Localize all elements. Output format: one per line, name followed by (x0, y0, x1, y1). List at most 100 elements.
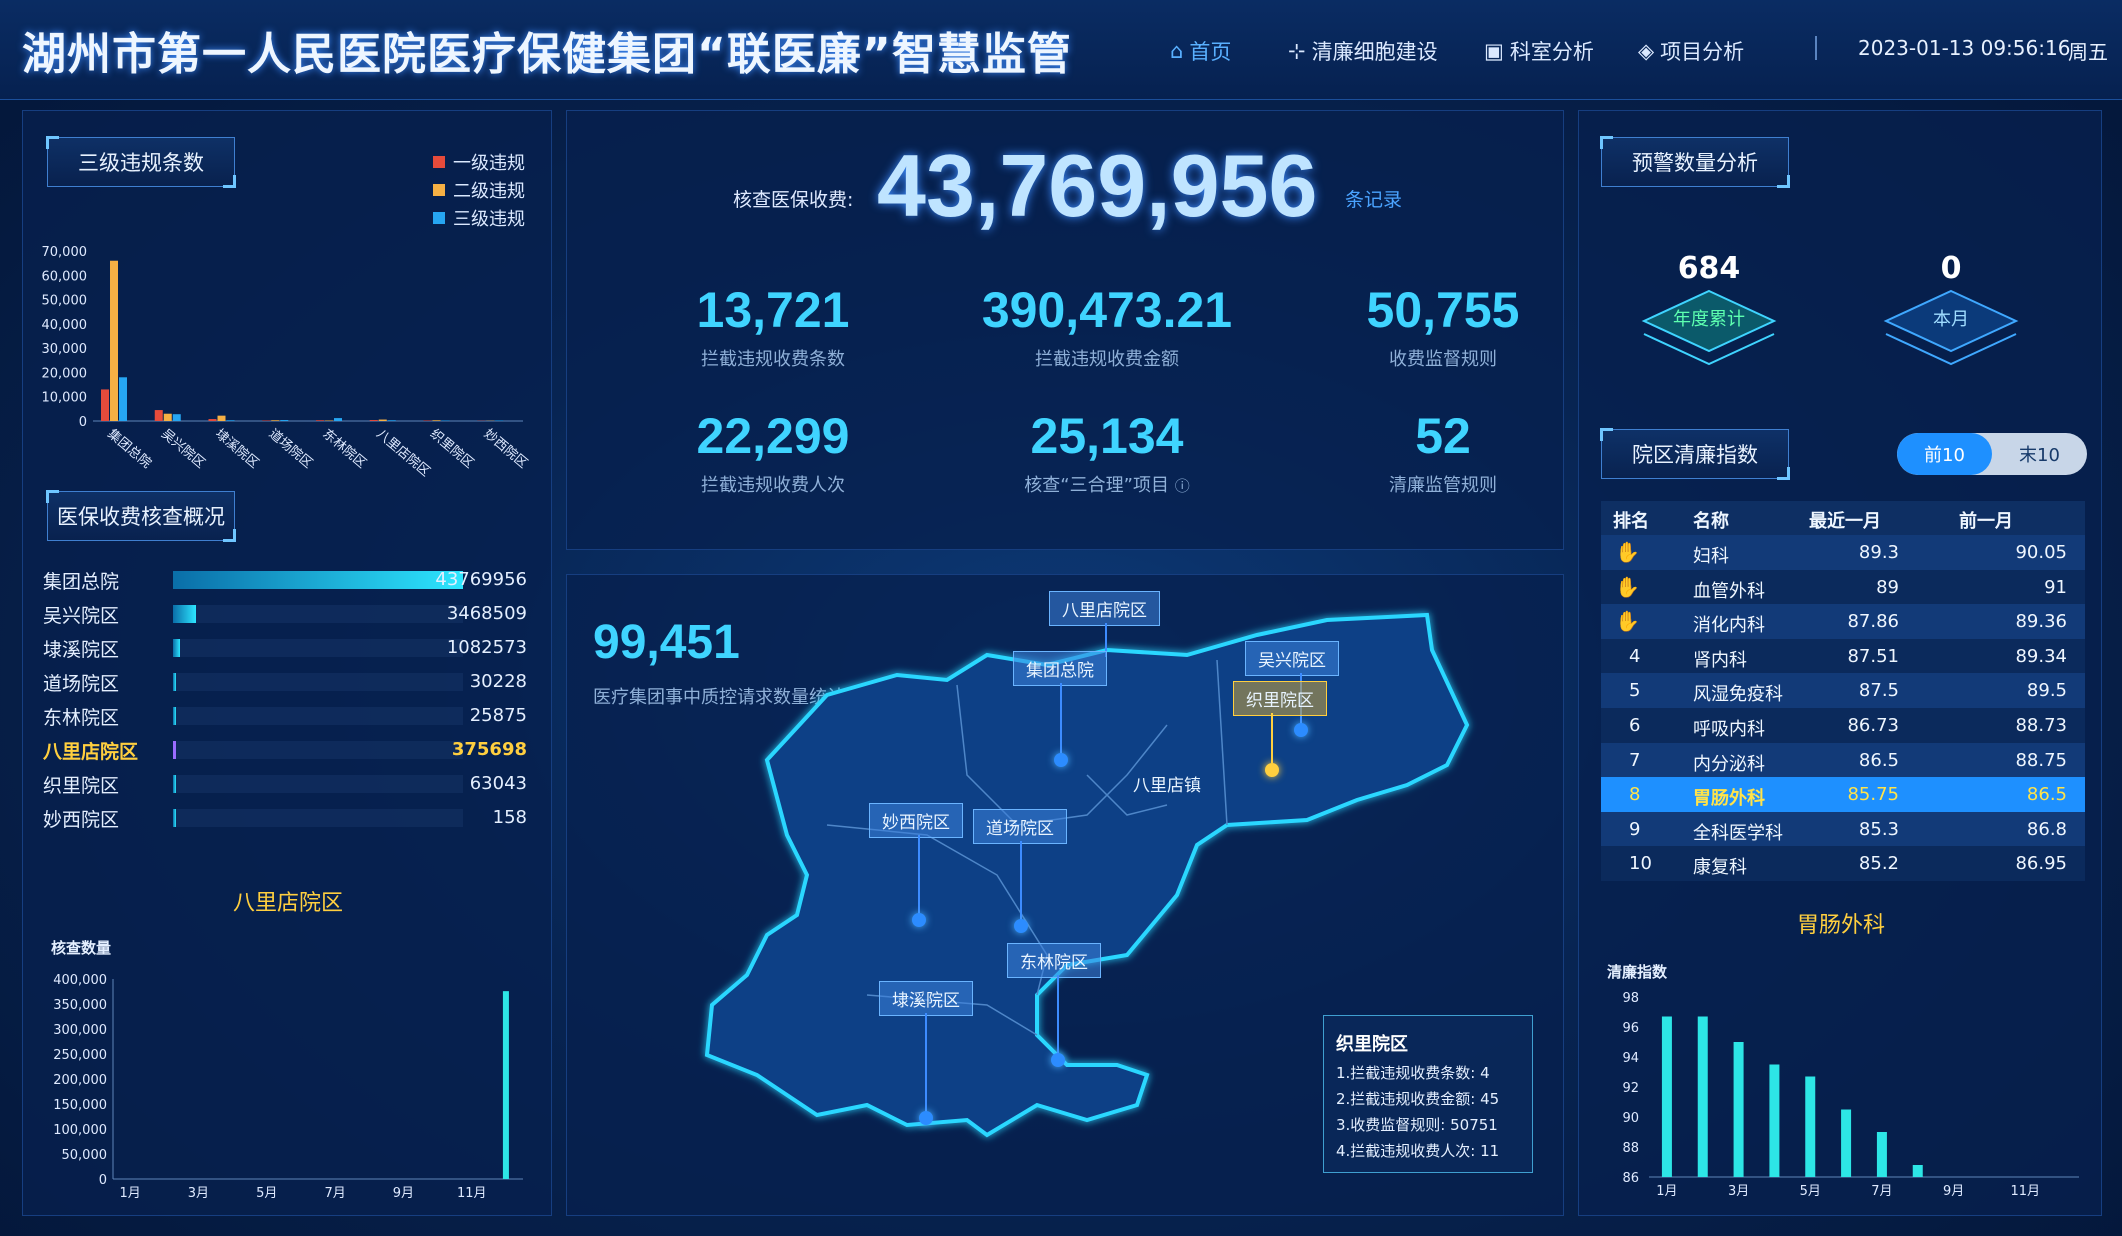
gastro-bar (1912, 1165, 1923, 1177)
violations-ytick: 50,000 (42, 294, 88, 309)
map-tag-wuxing[interactable]: 吴兴院区 (1245, 641, 1339, 676)
violations-bar (226, 420, 235, 421)
bali-xtick: 5月 (256, 1186, 277, 1199)
gastro-chart: 98 96 94 92 90 88 86 1月 3月 5月 7月 9月 11月 (1622, 991, 2079, 1199)
map-pin-daixi[interactable] (919, 1111, 933, 1125)
table-header-cell: 前一月 (1959, 511, 2013, 532)
stat-three-reasonable: 25,134 核查“三合理”项目 ⓘ (1024, 408, 1190, 496)
table-row[interactable]: ✋ 妇科 89.3 90.05 (1601, 535, 2085, 570)
toggle-top10[interactable]: 前10 (1897, 433, 1992, 475)
home-icon: ⌂ (1170, 39, 1184, 63)
gastro-ytick: 98 (1622, 991, 1639, 1006)
violations-bar (217, 415, 226, 421)
prev-cell: 86.5 (2026, 784, 2067, 806)
gastro-xtick: 9月 (1943, 1184, 1964, 1199)
warning-annual-label: 年度累计 (1673, 309, 1745, 330)
insurance-row-value: 158 (492, 807, 527, 828)
violations-bar (208, 419, 217, 421)
name-cell: 胃肠外科 (1693, 788, 1765, 810)
prev-cell: 88.73 (2015, 714, 2067, 736)
recent-cell: 89 (1876, 576, 1899, 598)
violations-xtick: 道场院区 (266, 427, 315, 472)
name-cell: 妇科 (1693, 546, 1729, 567)
rank-cell: 7 (1629, 749, 1641, 771)
map-tag-zhili[interactable]: 织里院区 (1233, 681, 1327, 716)
header: 湖州市第一人民医院医疗保健集团“联医廉”智慧监管 ⌂ 首页 ⊹ 清廉细胞建设 ▣ 科室… (0, 0, 2122, 100)
legend-level1: 一级违规 (433, 149, 525, 175)
medal-icon: ✋ (1615, 540, 1640, 564)
prev-cell: 89.34 (2015, 645, 2067, 667)
violations-xtick: 织里院区 (427, 427, 476, 472)
violations-xtick: 妙西院区 (481, 427, 530, 472)
map-tag-donglin[interactable]: 东林院区 (1007, 943, 1101, 978)
nav-home[interactable]: ⌂ 首页 (1170, 36, 1231, 66)
map-tag-bali[interactable]: 八里店院区 (1049, 591, 1160, 626)
insurance-row-label: 埭溪院区 (43, 639, 120, 661)
map-tag-daochang[interactable]: 道场院区 (973, 809, 1067, 844)
violations-bar (432, 420, 441, 421)
insurance-row-label: 集团总院 (43, 571, 120, 593)
violations-ytick: 10,000 (42, 391, 88, 406)
warning-annual-value: 684 (1677, 251, 1741, 286)
bali-xtick: 11月 (457, 1186, 487, 1199)
rank-cell: 6 (1629, 714, 1641, 736)
prev-cell: 88.75 (2015, 749, 2067, 771)
bali-ytick: 50,000 (62, 1148, 108, 1163)
table-row[interactable]: ✋ 消化内科 87.86 89.36 (1601, 604, 2085, 639)
table-row[interactable]: 5 风湿免疫科 87.5 89.5 (1601, 673, 2085, 708)
nav-integrity-cells[interactable]: ⊹ 清廉细胞建设 (1288, 36, 1438, 66)
violations-bar (378, 419, 387, 421)
gastro-xtick: 3月 (1728, 1184, 1749, 1199)
nav-department-analysis[interactable]: ▣ 科室分析 (1484, 36, 1594, 66)
map-tag-miaoxi[interactable]: 妙西院区 (869, 803, 963, 838)
rank-cell: 5 (1629, 680, 1641, 702)
map-pin-donglin[interactable] (1051, 1053, 1065, 1067)
table-row[interactable]: 9 全科医学科 85.3 86.8 (1601, 811, 2085, 847)
table-row[interactable]: 8 胃肠外科 85.75 86.5 (1601, 777, 2085, 812)
info-icon[interactable]: ⓘ (1175, 477, 1190, 495)
map-pin-wuxing[interactable] (1294, 723, 1308, 737)
toggle-bottom10[interactable]: 末10 (1992, 433, 2087, 475)
prev-cell: 89.5 (2026, 680, 2067, 702)
popup-line: 1.拦截违规收费条数: 4 (1336, 1064, 1490, 1082)
map-pin-group-hq[interactable] (1054, 753, 1068, 767)
network-icon: ⊹ (1288, 39, 1306, 63)
bali-chart-title: 八里店院区 (232, 891, 343, 916)
table-row[interactable]: 7 内分泌科 86.5 88.75 (1601, 742, 2085, 778)
map-pin-miaoxi[interactable] (912, 913, 926, 927)
nav-project-analysis[interactable]: ◈ 项目分析 (1638, 36, 1744, 66)
recent-cell: 86.5 (1858, 749, 1899, 771)
name-cell: 全科医学科 (1693, 822, 1783, 844)
bali-xtick: 7月 (324, 1186, 345, 1199)
stat-intercept-count: 13,721 拦截违规收费条数 (696, 282, 850, 370)
map-pin-zhili[interactable] (1265, 763, 1279, 777)
violations-bar (163, 413, 172, 421)
stat-intercept-persons: 22,299 拦截违规收费人次 (696, 408, 850, 496)
table-row[interactable]: ✋ 血管外科 89 91 (1601, 569, 2085, 605)
insurance-row-bar (173, 741, 176, 759)
warning-month: 0 本月 (1881, 251, 2021, 371)
table-row[interactable]: 10 康复科 85.2 86.95 (1601, 846, 2085, 881)
map-tag-group-hq[interactable]: 集团总院 (1013, 651, 1107, 686)
map-pin-line (1057, 975, 1059, 1055)
violations-bar (154, 410, 163, 421)
map-panel: 99,451 医疗集团事中质控请求数量统计 八里店院区 集团总院 吴兴院区 织里… (566, 574, 1564, 1216)
map-pin-daochang[interactable] (1014, 919, 1028, 933)
bali-ytick: 0 (99, 1173, 107, 1188)
map-tag-daixi[interactable]: 埭溪院区 (879, 981, 973, 1016)
gastro-chart-ylabel: 清廉指数 (1607, 963, 1668, 981)
recent-cell: 86.73 (1847, 714, 1899, 736)
gastro-xtick: 11月 (2010, 1184, 2040, 1199)
gastro-bar (1841, 1109, 1852, 1177)
insurance-row-value: 25875 (469, 705, 527, 726)
table-row[interactable]: 4 肾内科 87.51 89.34 (1601, 638, 2085, 674)
recent-cell: 89.3 (1858, 542, 1899, 563)
table-row[interactable]: 6 呼吸内科 86.73 88.73 (1601, 707, 2085, 743)
violations-bar (369, 420, 378, 421)
legend-swatch (433, 156, 445, 168)
prev-cell: 89.36 (2015, 611, 2067, 633)
insurance-row-value: 375698 (451, 739, 527, 760)
violations-title: 三级违规条数 (46, 136, 236, 188)
insurance-row-value: 1082573 (446, 637, 527, 658)
name-cell: 呼吸内科 (1693, 718, 1765, 740)
